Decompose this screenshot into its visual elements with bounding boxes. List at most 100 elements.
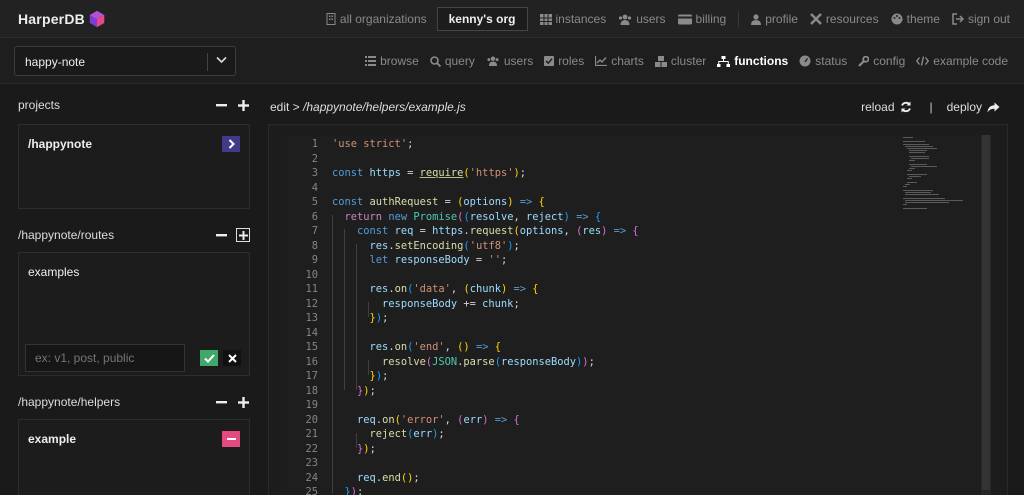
nav-cluster[interactable]: cluster: [654, 54, 707, 68]
share-arrow-icon: [987, 102, 1000, 112]
nav-charts[interactable]: charts: [595, 54, 644, 68]
resources-link[interactable]: resources: [810, 12, 879, 26]
instances-label: instances: [555, 12, 607, 26]
organization-button[interactable]: kenny's org: [436, 7, 528, 31]
code-editor[interactable]: 1 2 3 4 5 6 7 8 9 10 11 12 13 14 15 16 17 18 19 20 21 22 23 24 2…: [281, 135, 991, 495]
code-line: });: [369, 370, 389, 382]
file-path: /happynote/helpers/example.js: [303, 100, 466, 114]
nav-roles[interactable]: roles: [544, 54, 584, 68]
instance-nav: browse query users roles charts cluster …: [354, 53, 1008, 69]
code-line: return new Promise((resolve, reject) => …: [344, 211, 602, 223]
nav-functions-label: functions: [734, 54, 789, 68]
projects-list: /happynote: [18, 124, 250, 209]
minimap-line: [907, 148, 937, 149]
billing-link[interactable]: billing: [677, 12, 727, 26]
nav-example-code[interactable]: example code: [916, 54, 1008, 68]
nav-config[interactable]: config: [858, 54, 905, 68]
confirm-route-button[interactable]: [200, 350, 218, 366]
instance-bar: happy-note browse query users roles char…: [0, 38, 1024, 84]
minimap-line: [909, 176, 921, 177]
line-number: 19: [305, 399, 318, 411]
delete-helper-button[interactable]: [222, 431, 240, 447]
add-route-button[interactable]: [236, 228, 250, 242]
nav-query-label: query: [444, 54, 475, 68]
code-line: reject(err);: [369, 428, 445, 440]
code-line: let responseBody = '';: [369, 254, 508, 266]
minimap-line: [905, 184, 910, 185]
wrench-icon: [858, 55, 870, 67]
instances-link[interactable]: instances: [539, 12, 607, 26]
line-number: 5: [311, 196, 318, 208]
helpers-title: /happynote/helpers: [18, 395, 121, 409]
minimap-line: [907, 178, 912, 179]
line-number: 22: [305, 443, 318, 455]
profile-link[interactable]: profile: [751, 12, 798, 26]
minimap-line: [911, 158, 929, 159]
minimap-line: [905, 200, 963, 201]
nav-status[interactable]: status: [799, 54, 847, 68]
collapse-routes-button[interactable]: [214, 228, 228, 242]
chevron-down-icon: [216, 56, 227, 64]
theme-link[interactable]: theme: [891, 12, 940, 26]
minimap-line: [903, 190, 933, 191]
line-number: 20: [305, 414, 318, 426]
cubes-icon: [654, 55, 667, 67]
line-number: 25: [305, 486, 318, 495]
deploy-button[interactable]: deploy: [947, 100, 1000, 114]
list-icon: [365, 56, 377, 66]
open-project-button[interactable]: [222, 136, 240, 152]
code-line: req.end();: [357, 472, 420, 484]
billing-label: billing: [695, 12, 727, 26]
line-number: 3: [311, 167, 318, 179]
minimap-line: [903, 186, 907, 187]
nav-config-label: config: [873, 54, 906, 68]
nav-roles-label: roles: [558, 54, 585, 68]
refresh-icon: [900, 101, 911, 113]
users-link[interactable]: users: [618, 12, 666, 26]
code-line: const req = https.request(options, (res)…: [357, 225, 639, 237]
helper-item[interactable]: example: [28, 432, 76, 446]
code-line: res.setEncoding('utf8');: [369, 240, 520, 252]
cancel-route-button[interactable]: [223, 350, 241, 366]
instance-select[interactable]: happy-note: [14, 46, 236, 76]
nav-query[interactable]: query: [430, 54, 475, 68]
minus-icon: [215, 103, 227, 106]
plus-icon: [237, 396, 249, 408]
line-number: 10: [305, 269, 318, 281]
editor-scrollbar[interactable]: [981, 135, 991, 495]
minimap-line: [909, 168, 915, 169]
collapse-helpers-button[interactable]: [214, 395, 228, 409]
nav-functions[interactable]: functions: [717, 54, 788, 68]
plus-icon: [238, 230, 248, 240]
line-number: 11: [305, 283, 318, 295]
project-item[interactable]: /happynote: [28, 137, 92, 151]
code-line: });: [344, 486, 364, 495]
nav-browse[interactable]: browse: [365, 54, 419, 68]
code-line: res.on('data', (chunk) => {: [369, 283, 539, 295]
routes-header: /happynote/routes: [18, 226, 250, 244]
code-minimap[interactable]: [899, 135, 981, 235]
minimap-line: [905, 202, 949, 203]
add-project-button[interactable]: [236, 98, 250, 112]
harperdb-logo[interactable]: HarperDB: [18, 9, 106, 29]
user-icon: [751, 13, 762, 25]
sign-out-link[interactable]: sign out: [952, 12, 1010, 26]
new-route-input[interactable]: [25, 344, 185, 372]
line-number: 8: [311, 240, 318, 252]
line-number: 17: [305, 370, 318, 382]
minimap-line: [911, 166, 937, 167]
editor-scroll-thumb[interactable]: [982, 135, 990, 490]
theme-label: theme: [906, 12, 940, 26]
reload-button[interactable]: reload: [861, 100, 911, 114]
nav-users[interactable]: users: [486, 54, 533, 68]
minimap-line: [909, 156, 929, 157]
add-helper-button[interactable]: [236, 395, 250, 409]
code-line: });: [357, 443, 376, 455]
nav-cluster-label: cluster: [670, 54, 707, 68]
minimap-line: [903, 208, 927, 209]
all-organizations-link[interactable]: all organizations: [326, 12, 427, 26]
nav-users-label: users: [503, 54, 534, 68]
route-item[interactable]: examples: [28, 265, 79, 279]
collapse-projects-button[interactable]: [214, 98, 228, 112]
credit-card-icon: [677, 14, 692, 24]
